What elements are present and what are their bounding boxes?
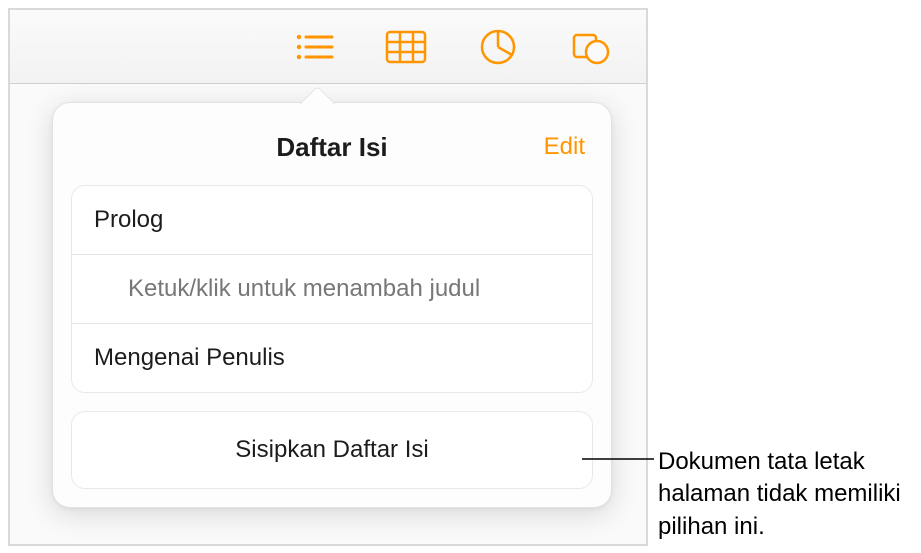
toc-toolbar-button[interactable]: [268, 10, 360, 84]
popover-title: Daftar Isi: [276, 132, 387, 163]
app-frame: Daftar Isi Edit Prolog Ketuk/klik untuk …: [8, 8, 648, 546]
toc-list: Prolog Ketuk/klik untuk menambah judul M…: [71, 185, 593, 393]
edit-button[interactable]: Edit: [544, 133, 585, 161]
callout-text: Dokumen tata letak halaman tidak memilik…: [658, 446, 916, 543]
list-bullets-icon: [294, 32, 334, 62]
toc-entry-placeholder[interactable]: Ketuk/klik untuk menambah judul: [72, 255, 592, 324]
toolbar: [10, 10, 646, 84]
insert-toc-button[interactable]: Sisipkan Daftar Isi: [71, 411, 593, 489]
table-toolbar-button[interactable]: [360, 10, 452, 84]
shape-icon: [570, 29, 610, 65]
chart-toolbar-button[interactable]: [452, 10, 544, 84]
shape-toolbar-button[interactable]: [544, 10, 636, 84]
toc-popover: Daftar Isi Edit Prolog Ketuk/klik untuk …: [52, 102, 612, 508]
toc-entry[interactable]: Prolog: [72, 186, 592, 255]
toc-entry[interactable]: Mengenai Penulis: [72, 324, 592, 392]
table-icon: [385, 30, 427, 64]
pie-chart-icon: [479, 28, 517, 66]
popover-header: Daftar Isi Edit: [71, 123, 593, 171]
